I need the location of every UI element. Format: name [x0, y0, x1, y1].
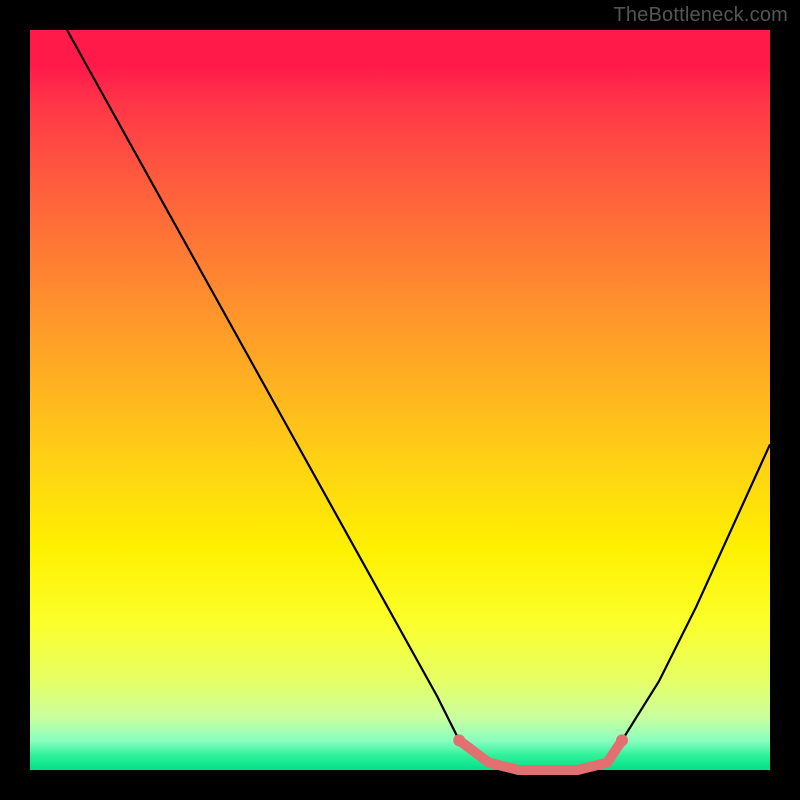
plot-area: [30, 30, 770, 770]
chart-frame: TheBottleneck.com: [0, 0, 800, 800]
highlight-end-dot: [616, 734, 628, 746]
watermark-text: TheBottleneck.com: [613, 4, 788, 27]
curve-svg: [30, 30, 770, 770]
highlight-segment-path: [459, 740, 622, 770]
bottleneck-curve-path: [67, 30, 770, 770]
highlight-start-dot: [453, 734, 465, 746]
